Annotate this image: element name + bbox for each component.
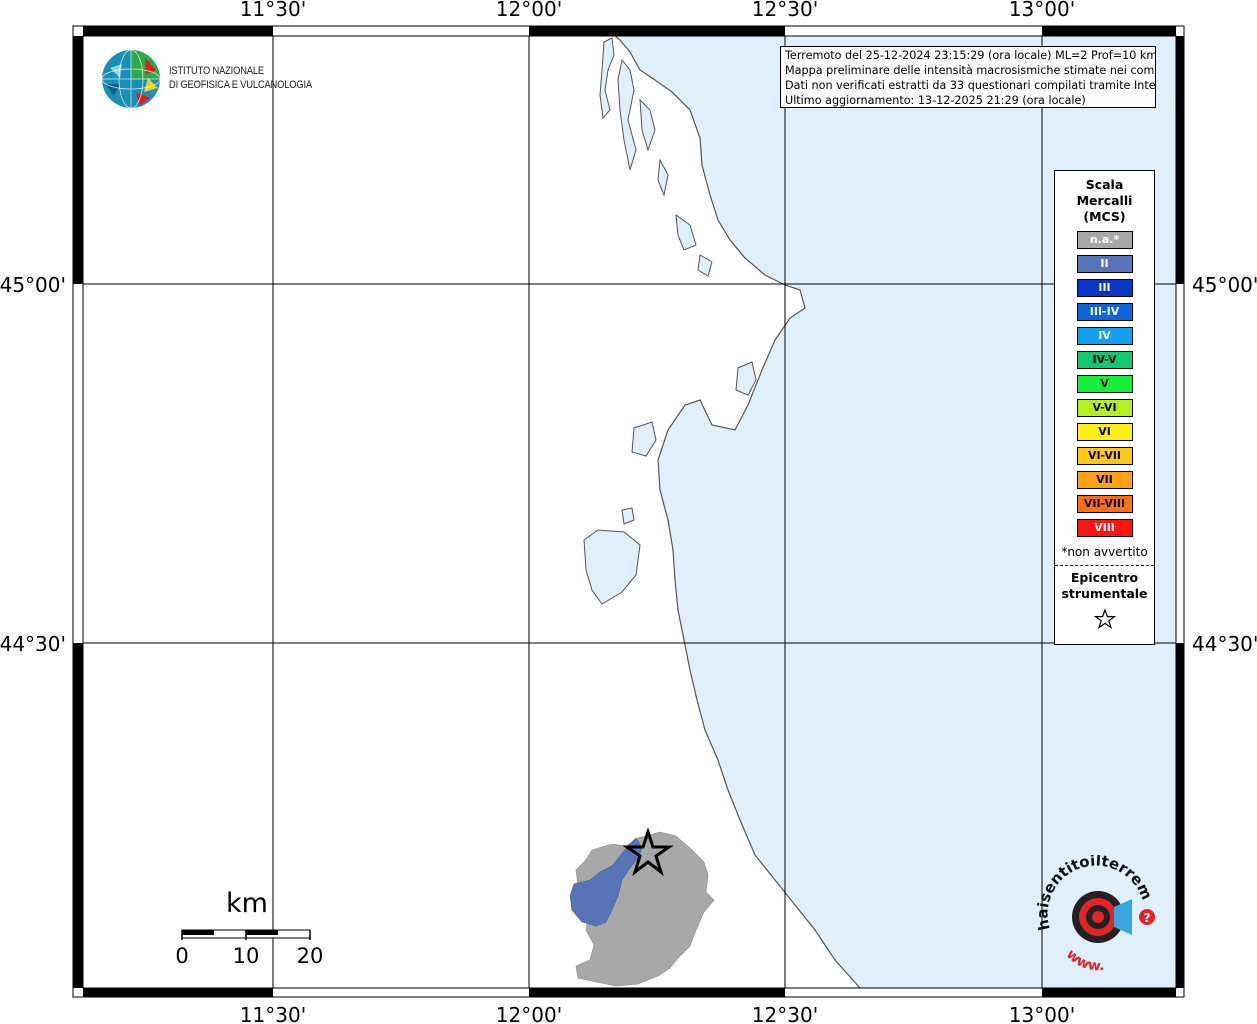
- legend-epicentre-line1: Epicentro: [1070, 570, 1139, 585]
- haisentito-logo-www: www.: [1063, 946, 1105, 974]
- legend-list: n.a.* II III III-IV IV IV-V V V-VI VI VI-VII VII VI…: [1055, 231, 1154, 537]
- legend-item-ii: II: [1076, 255, 1133, 273]
- svg-text:www.: www.: [1063, 946, 1105, 974]
- tick-bottom-0: 11°30': [240, 1003, 306, 1024]
- mcs-legend: Scala Mercalli (MCS) n.a.* II III III-IV IV I…: [1054, 170, 1155, 645]
- svg-text:?: ?: [1144, 911, 1151, 925]
- legend-separator: [1055, 565, 1154, 566]
- legend-item-vi-vii: VI-VII: [1076, 447, 1133, 465]
- scale-label-10: 10: [232, 944, 260, 968]
- tick-left-1: 44°30': [0, 632, 66, 656]
- scale-bar: [181, 929, 311, 940]
- ingv-logo-line2: DI GEOFISICA E VULCANOLOGIA: [169, 79, 312, 91]
- legend-note: *non avvertito: [1061, 545, 1148, 559]
- legend-epicentre-label: Epicentro strumentale: [1055, 570, 1154, 602]
- legend-epicentre-line2: strumentale: [1061, 586, 1148, 601]
- scale-title: km: [226, 888, 268, 919]
- left-tick-labels: 45°00' 44°30': [0, 273, 66, 656]
- legend-item-iii-iv: III-IV: [1076, 303, 1133, 321]
- info-line-4: Ultimo aggiornamento: 13-12-2025 21:29 (…: [785, 94, 1086, 107]
- info-line-3: Dati non verificati estratti da 33 quest…: [785, 79, 1156, 92]
- legend-title-line2: Mercalli: [1076, 193, 1133, 208]
- legend-title: Scala Mercalli (MCS): [1055, 177, 1154, 225]
- bottom-tick-labels: 11°30' 12°00' 12°30' 13°00': [240, 1003, 1075, 1024]
- tick-right-1: 44°30': [1192, 632, 1257, 656]
- tick-top-1: 12°00': [496, 0, 562, 21]
- legend-item-vii-viii: VII-VIII: [1076, 495, 1133, 513]
- ingv-logo-line1: ISTITUTO NAZIONALE: [169, 65, 264, 77]
- tick-bottom-2: 12°30': [752, 1003, 818, 1024]
- legend-item-v: V: [1076, 375, 1133, 393]
- legend-item-n-a: n.a.*: [1076, 231, 1133, 249]
- top-tick-labels: 11°30' 12°00' 12°30' 13°00': [240, 0, 1075, 21]
- ingv-logo-text: ISTITUTO NAZIONALE DI GEOFISICA E VULCAN…: [169, 64, 312, 92]
- legend-title-line3: (MCS): [1083, 209, 1126, 224]
- tick-top-0: 11°30': [240, 0, 306, 21]
- legend-item-vi: VI: [1076, 423, 1133, 441]
- tick-bottom-3: 13°00': [1009, 1003, 1075, 1024]
- legend-item-v-vi: V-VI: [1076, 399, 1133, 417]
- haisentito-logo-icon: ? haisentitoilterremoto.it www.: [1036, 855, 1156, 975]
- scale-label-20: 20: [296, 944, 324, 968]
- legend-item-iv: IV: [1076, 327, 1133, 345]
- legend-star-icon: [1055, 608, 1154, 634]
- tick-top-3: 13°00': [1009, 0, 1075, 21]
- tick-top-2: 12°30': [752, 0, 818, 21]
- event-info-box: Terremoto del 25-12-2024 23:15:29 (ora l…: [780, 46, 1156, 108]
- legend-title-line1: Scala: [1085, 177, 1124, 192]
- tick-right-0: 45°00': [1192, 273, 1257, 297]
- legend-item-vii: VII: [1076, 471, 1133, 489]
- tick-left-0: 45°00': [0, 273, 66, 297]
- info-line-2: Mappa preliminare delle intensità macros…: [785, 64, 1156, 77]
- right-tick-labels: 45°00' 44°30': [1192, 273, 1257, 656]
- scale-label-0: 0: [175, 944, 189, 968]
- legend-item-iv-v: IV-V: [1076, 351, 1133, 369]
- legend-item-viii: VIII: [1076, 519, 1133, 537]
- ingv-globe-icon: [101, 49, 161, 109]
- info-line-1: Terremoto del 25-12-2024 23:15:29 (ora l…: [785, 49, 1156, 62]
- tick-bottom-1: 12°00': [496, 1003, 562, 1024]
- legend-item-iii: III: [1076, 279, 1133, 297]
